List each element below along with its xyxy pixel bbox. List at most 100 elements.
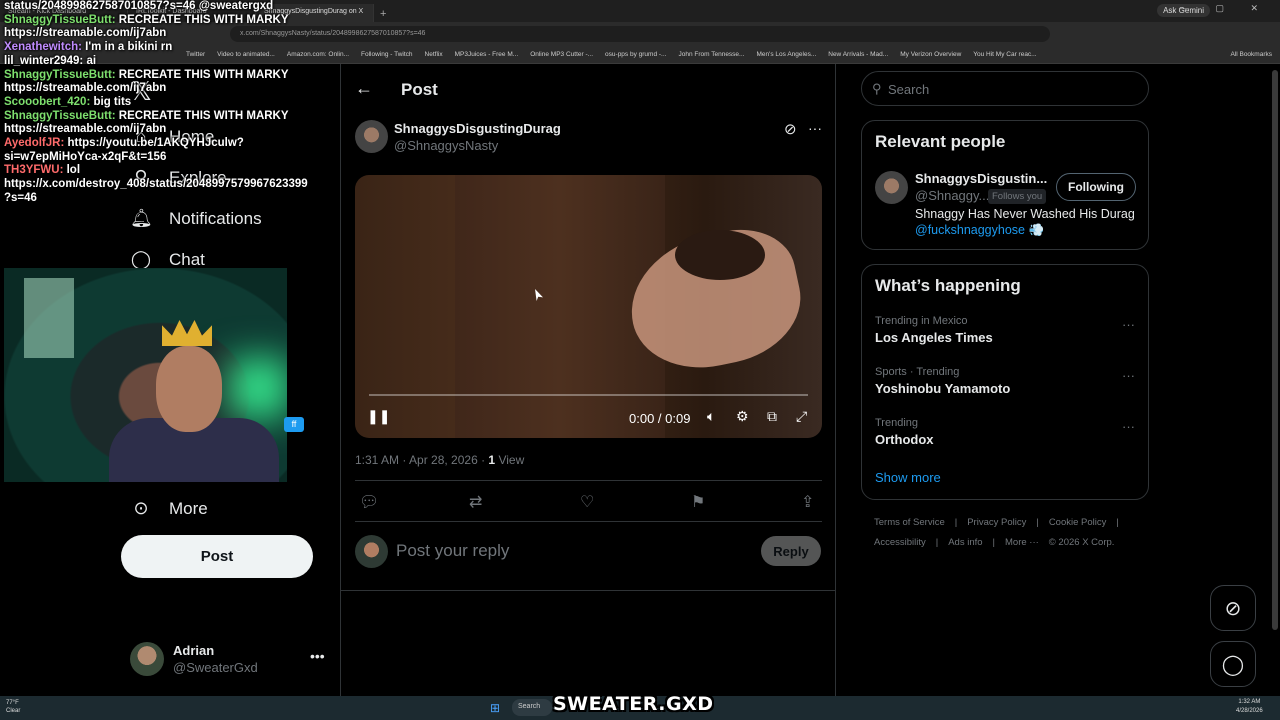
chat-text: lol bbox=[63, 164, 81, 177]
search-input[interactable]: ⚲ Search bbox=[861, 71, 1149, 106]
footer-links: Accessibility | Ads info | More ··· © 2026 X … bbox=[874, 533, 1144, 553]
trend-name[interactable]: Orthodox bbox=[875, 432, 934, 447]
account-handle: @SweaterGxd bbox=[173, 660, 258, 675]
system-clock[interactable]: 1:32 AM 4/28/2026 bbox=[1236, 698, 1263, 716]
bookmark-item[interactable]: My Verizon Overview bbox=[894, 51, 967, 58]
grok-icon[interactable]: ⊘ bbox=[784, 120, 797, 138]
settings-icon[interactable]: ⚙ bbox=[736, 408, 749, 425]
window-controls[interactable]: — ▢ ✕ bbox=[1180, 3, 1270, 14]
bookmark-item[interactable]: Following - Twitch bbox=[355, 51, 419, 58]
footer-link[interactable]: © 2026 X Corp. bbox=[1049, 537, 1115, 548]
back-arrow-icon[interactable]: ← bbox=[355, 78, 373, 99]
more-icon[interactable]: ··· bbox=[808, 120, 822, 136]
relevant-people-card: Relevant people ShnaggysDisgustin... @Sh… bbox=[861, 120, 1149, 250]
bookmark-item[interactable]: osu-pps by grumd -... bbox=[599, 51, 672, 58]
chat-text: https://streamable.com/ij7abn bbox=[4, 82, 167, 95]
following-button[interactable]: Following bbox=[1056, 173, 1136, 201]
grok-fab-icon[interactable]: ⊘ bbox=[1210, 585, 1256, 631]
bio-link[interactable]: @fuckshnaggyhose 💨 bbox=[915, 223, 1044, 238]
avatar bbox=[355, 535, 388, 568]
chat-text: si=w7epMiHoYca-x2qF&t=156 bbox=[4, 150, 167, 163]
post-timestamp: 1:31 AM · Apr 28, 2026 · 1 View bbox=[355, 453, 524, 467]
video-time: 0:00 / 0:09 bbox=[629, 411, 691, 426]
chat-message: lil_winter2949: ai bbox=[4, 55, 354, 69]
repost-icon[interactable]: ⇄ bbox=[469, 492, 482, 512]
taskbar-search[interactable]: Search bbox=[512, 699, 552, 716]
bookmark-item[interactable]: Netflix bbox=[419, 51, 449, 58]
bookmark-item[interactable]: MP3Juices - Free M... bbox=[449, 51, 525, 58]
scrollbar[interactable] bbox=[1272, 70, 1278, 630]
chat-username: ShnaggyTissueButt: bbox=[4, 109, 116, 122]
divider bbox=[355, 480, 822, 481]
account-switcher[interactable]: Adrian @SweaterGxd ••• bbox=[130, 642, 330, 682]
footer-link[interactable]: More ··· bbox=[1005, 537, 1039, 548]
nav-item-notifications[interactable]: 🔔︎ Notifications bbox=[130, 208, 262, 229]
chat-message: Scooobert_420: big tits bbox=[4, 96, 354, 110]
relevant-person-name[interactable]: ShnaggysDisgustin... bbox=[915, 171, 1047, 186]
all-bookmarks-button[interactable]: All Bookmarks bbox=[1230, 51, 1272, 58]
pause-icon[interactable]: ❚❚ bbox=[367, 408, 390, 425]
share-icon[interactable]: ⇪ bbox=[801, 492, 814, 512]
video-subject-hair bbox=[675, 230, 765, 280]
trend-name[interactable]: Los Angeles Times bbox=[875, 330, 993, 345]
webcam-overlay bbox=[4, 268, 287, 482]
fullscreen-icon[interactable]: ⤢ bbox=[796, 408, 807, 425]
author-handle[interactable]: @ShnaggysNasty bbox=[394, 138, 498, 153]
more-icon[interactable]: ··· bbox=[1122, 317, 1135, 332]
footer-link[interactable]: Privacy Policy bbox=[967, 517, 1026, 528]
video-progress-bar[interactable] bbox=[369, 394, 808, 396]
video-player[interactable]: ❚❚ 0:00 / 0:09 🔈︎ ⚙ ⧉ ⤢ bbox=[355, 175, 822, 438]
windows-start-icon[interactable]: ⊞ bbox=[490, 701, 500, 715]
footer-link[interactable]: Ads info bbox=[948, 537, 982, 548]
bookmark-item[interactable]: New Arrivals - Mad... bbox=[822, 51, 894, 58]
view-label: View bbox=[495, 453, 525, 467]
chat-message: Xenathewitch: I'm in a bikini rn bbox=[4, 41, 354, 55]
new-tab-button[interactable]: + bbox=[374, 8, 392, 22]
bookmark-item[interactable]: You Hit My Car reac... bbox=[967, 51, 1042, 58]
footer-link[interactable]: Terms of Service bbox=[874, 517, 945, 528]
author-avatar[interactable] bbox=[355, 120, 388, 153]
chat-text: I'm in a bikini rn bbox=[81, 41, 173, 54]
clock-date: 4/28/2026 bbox=[1236, 708, 1263, 714]
chat-message: https://streamable.com/ij7abn bbox=[4, 82, 354, 96]
volume-icon[interactable]: 🔈︎ bbox=[707, 408, 715, 425]
footer-link[interactable]: Cookie Policy bbox=[1049, 517, 1107, 528]
messages-fab-icon[interactable]: ◯ bbox=[1210, 641, 1256, 687]
footer-separator: | bbox=[992, 537, 996, 548]
nav-label: Chat bbox=[169, 249, 205, 269]
chat-username: ShnaggyTissueButt: bbox=[4, 13, 116, 26]
relevant-person-handle[interactable]: @Shnaggy... bbox=[915, 188, 989, 203]
card-title: Relevant people bbox=[875, 132, 1006, 151]
reply-icon[interactable]: 💬︎ bbox=[359, 492, 379, 512]
chat-message: ?s=46 bbox=[4, 192, 354, 206]
bell-icon: 🔔︎ bbox=[130, 208, 153, 228]
like-icon[interactable]: ♡ bbox=[580, 492, 594, 512]
footer-separator: | bbox=[1036, 517, 1039, 528]
nav-item-chat[interactable]: ◯ Chat bbox=[130, 249, 205, 270]
post-button[interactable]: Post bbox=[121, 535, 313, 578]
bookmark-item[interactable]: Men's Los Angeles... bbox=[750, 51, 822, 58]
avatar[interactable] bbox=[875, 171, 908, 204]
more-icon[interactable]: ··· bbox=[1122, 419, 1135, 434]
chat-text: ai bbox=[83, 54, 97, 67]
more-icon[interactable]: ··· bbox=[1122, 368, 1135, 383]
more-icon[interactable]: ••• bbox=[310, 648, 325, 664]
nav-item-more[interactable]: ⊙ More bbox=[130, 498, 207, 519]
bookmark-item[interactable]: Online MP3 Cutter -... bbox=[524, 51, 599, 58]
chat-message: https://streamable.com/ij7abn bbox=[4, 123, 354, 137]
footer-link[interactable]: Accessibility bbox=[874, 537, 926, 548]
post-time[interactable]: 1:31 AM · Apr 28, 2026 · bbox=[355, 453, 488, 467]
bookmark-icon[interactable]: ⚑ bbox=[691, 492, 705, 512]
chat-icon: ◯ bbox=[130, 249, 152, 269]
bookmark-item[interactable]: John From Tennesse... bbox=[672, 51, 750, 58]
reply-input[interactable]: Post your reply bbox=[396, 541, 509, 561]
whats-happening-card: What’s happening Trending in Mexico Los … bbox=[861, 264, 1149, 500]
weather-widget[interactable]: 77°F Clear bbox=[6, 699, 20, 715]
author-name[interactable]: ShnaggysDisgustingDurag bbox=[394, 121, 561, 136]
trend-name[interactable]: Yoshinobu Yamamoto bbox=[875, 381, 1010, 396]
pip-icon[interactable]: ⧉ bbox=[767, 408, 777, 425]
chat-message: ShnaggyTissueButt: RECREATE THIS WITH MA… bbox=[4, 69, 354, 83]
reply-button[interactable]: Reply bbox=[761, 536, 821, 566]
chat-username: Scooobert_420: bbox=[4, 95, 91, 108]
show-more-link[interactable]: Show more bbox=[875, 470, 941, 485]
